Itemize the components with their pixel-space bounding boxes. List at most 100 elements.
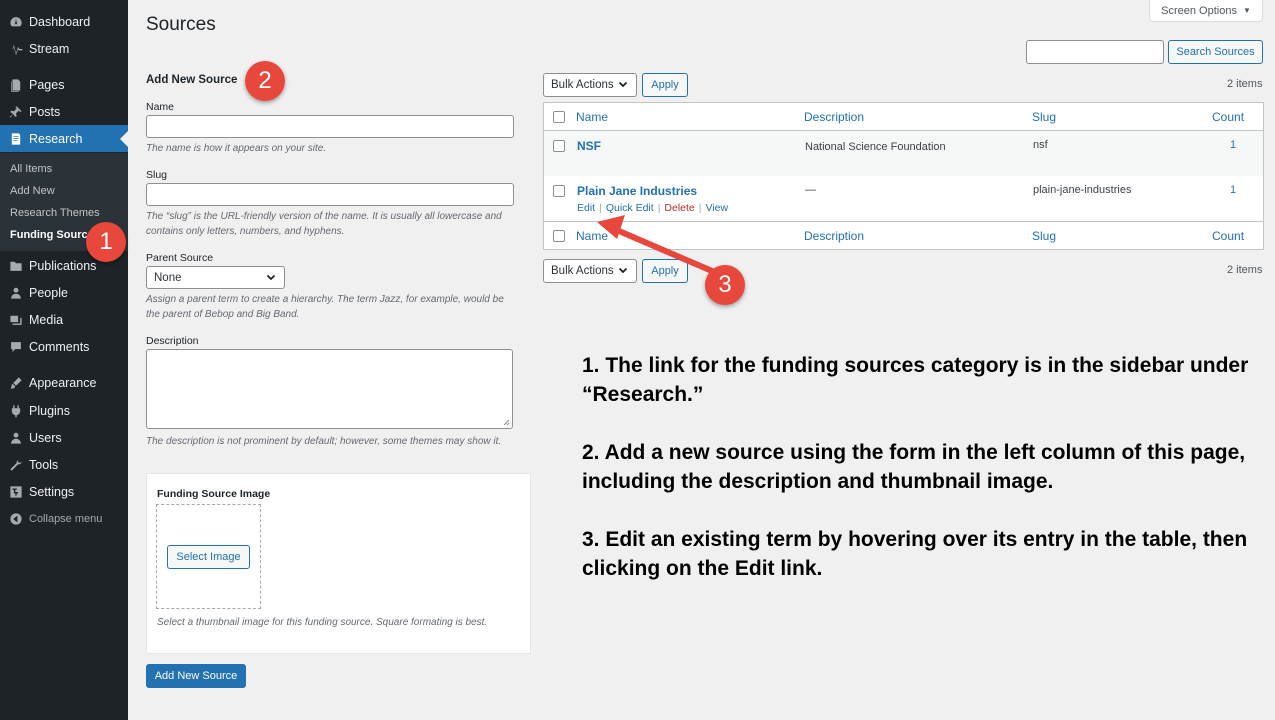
- sidebar-item-label: Research: [29, 131, 83, 146]
- sidebar-item-plugins[interactable]: Plugins: [0, 397, 128, 424]
- instruction-3: 3. Edit an existing term by hovering ove…: [582, 528, 1248, 580]
- select-all-checkbox[interactable]: [553, 111, 565, 123]
- parent-source-select[interactable]: None: [146, 266, 285, 289]
- sidebar-item-people[interactable]: People: [0, 279, 128, 306]
- table-row: Plain Jane Industries — plain-jane-indus…: [544, 176, 1263, 221]
- submenu-item-add-new[interactable]: Add New: [10, 185, 55, 197]
- sidebar-item-label: Posts: [29, 104, 61, 119]
- annotation-badge-2: 2: [245, 61, 285, 101]
- row-checkbox[interactable]: [553, 185, 565, 197]
- column-name-footer[interactable]: Name: [576, 229, 608, 243]
- chevron-down-icon: [266, 272, 276, 282]
- submenu-item-research-themes[interactable]: Research Themes: [10, 207, 100, 219]
- people-icon: [8, 286, 24, 300]
- sidebar-item-tools[interactable]: Tools: [0, 451, 128, 478]
- bulk-actions-top-select[interactable]: Bulk Actions: [543, 73, 637, 97]
- column-description-footer[interactable]: Description: [804, 229, 864, 243]
- column-description-header[interactable]: Description: [804, 110, 864, 124]
- bulk-actions-value: Bulk Actions: [551, 265, 614, 277]
- items-count-top: 2 items: [1227, 78, 1263, 90]
- quick-edit-link[interactable]: Quick Edit: [606, 202, 654, 214]
- sidebar-item-label: People: [29, 285, 68, 300]
- sidebar-item-label: Appearance: [29, 375, 97, 390]
- search-input[interactable]: [1026, 40, 1164, 64]
- edit-link[interactable]: Edit: [577, 202, 595, 214]
- description-help: The description is not prominent by defa…: [146, 436, 502, 447]
- term-slug: nsf: [1033, 139, 1048, 151]
- admin-sidebar: Dashboard Stream Pages Posts Research Al…: [0, 0, 128, 720]
- sidebar-item-media[interactable]: Media: [0, 306, 128, 333]
- sidebar-item-stream[interactable]: Stream: [0, 35, 128, 62]
- sidebar-item-settings[interactable]: Settings: [0, 478, 128, 505]
- stream-icon: [8, 42, 24, 56]
- apply-bottom-button[interactable]: Apply: [642, 259, 688, 283]
- table-header: Name Description Slug Count: [544, 103, 1263, 131]
- table-footer: Name Description Slug Count: [544, 221, 1263, 249]
- description-textarea[interactable]: [146, 349, 513, 429]
- column-slug-footer[interactable]: Slug: [1032, 229, 1056, 243]
- slug-label: Slug: [146, 169, 168, 181]
- sidebar-item-appearance[interactable]: Appearance: [0, 369, 128, 396]
- term-name-link[interactable]: NSF: [577, 139, 601, 153]
- column-name-header[interactable]: Name: [576, 110, 608, 124]
- chevron-down-icon: [618, 80, 628, 90]
- caret-down-icon: ▼: [1242, 6, 1251, 15]
- table-row: NSF National Science Foundation nsf 1: [544, 131, 1263, 176]
- instruction-1: 1. The link for the funding sources cate…: [582, 354, 1249, 406]
- sidebar-item-users[interactable]: Users: [0, 424, 128, 451]
- sidebar-item-posts[interactable]: Posts: [0, 98, 128, 125]
- separator: |: [657, 202, 661, 214]
- name-field[interactable]: [146, 115, 514, 138]
- slug-field[interactable]: [146, 183, 514, 206]
- collapse-menu-button[interactable]: Collapse menu: [0, 505, 128, 532]
- screen-options-button[interactable]: Screen Options ▼: [1149, 0, 1263, 22]
- sidebar-item-comments[interactable]: Comments: [0, 333, 128, 360]
- sidebar-item-label: Settings: [29, 484, 75, 499]
- term-description: —: [805, 184, 816, 196]
- separator: |: [599, 202, 602, 214]
- delete-link[interactable]: Delete: [664, 202, 694, 214]
- collapse-icon: [8, 512, 24, 526]
- add-new-source-button[interactable]: Add New Source: [146, 664, 246, 688]
- column-count-header[interactable]: Count: [1212, 110, 1244, 124]
- tools-icon: [8, 458, 24, 472]
- apply-top-button[interactable]: Apply: [642, 73, 688, 97]
- image-panel-title: Funding Source Image: [157, 488, 271, 500]
- term-count-link[interactable]: 1: [1230, 139, 1236, 151]
- pages-icon: [8, 78, 24, 92]
- image-drop-zone[interactable]: Select Image: [156, 504, 261, 609]
- settings-icon: [8, 485, 24, 499]
- plugins-icon: [8, 404, 24, 418]
- sidebar-item-label: Publications: [29, 258, 97, 273]
- parent-source-value: None: [154, 271, 182, 284]
- column-slug-header[interactable]: Slug: [1032, 110, 1056, 124]
- separator: |: [698, 202, 702, 214]
- name-label: Name: [146, 101, 175, 113]
- select-all-checkbox[interactable]: [553, 230, 565, 242]
- sidebar-item-dashboard[interactable]: Dashboard: [0, 8, 128, 35]
- instructions-text: 1. The link for the funding sources cate…: [582, 351, 1262, 612]
- bulk-actions-bottom-select[interactable]: Bulk Actions: [543, 259, 637, 283]
- sidebar-item-label: Pages: [29, 77, 65, 92]
- select-image-button[interactable]: Select Image: [167, 545, 250, 569]
- users-icon: [8, 431, 24, 445]
- row-checkbox[interactable]: [553, 140, 565, 152]
- parent-source-label: Parent Source: [146, 252, 214, 264]
- publications-icon: [8, 259, 24, 273]
- search-sources-button[interactable]: Search Sources: [1168, 40, 1263, 64]
- items-count-bottom: 2 items: [1227, 264, 1263, 276]
- term-count-link[interactable]: 1: [1230, 184, 1236, 196]
- column-count-footer[interactable]: Count: [1212, 229, 1244, 243]
- sidebar-item-label: Users: [29, 430, 62, 445]
- term-name-link[interactable]: Plain Jane Industries: [577, 184, 697, 198]
- sidebar-item-research[interactable]: Research: [0, 125, 128, 152]
- view-link[interactable]: View: [706, 202, 729, 214]
- description-label: Description: [146, 335, 199, 347]
- submenu-item-all-items[interactable]: All Items: [10, 163, 52, 175]
- slug-help: The “slug” is the URL-friendly version o…: [146, 211, 502, 237]
- resize-grip-icon[interactable]: [503, 419, 510, 426]
- sidebar-item-pages[interactable]: Pages: [0, 71, 128, 98]
- term-slug: plain-jane-industries: [1033, 184, 1132, 196]
- chevron-down-icon: [618, 266, 628, 276]
- appearance-icon: [8, 376, 24, 390]
